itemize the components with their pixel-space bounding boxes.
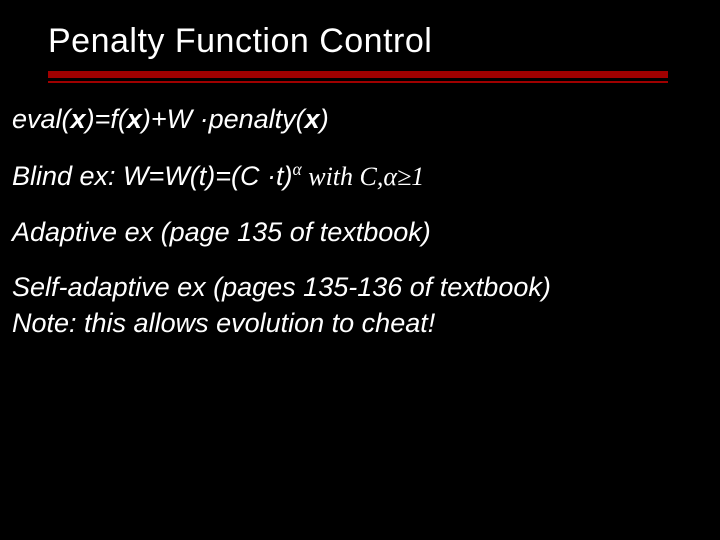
equation-blind: Blind ex: W=W(t)=(C ·t)α with C,α≥1 <box>12 159 700 194</box>
eq1-part1: eval( <box>12 104 71 134</box>
title-divider <box>48 71 668 85</box>
eq2-tail: with C,α≥1 <box>302 162 425 191</box>
eq1-part2: )=f( <box>86 104 127 134</box>
eq2-label: Blind ex: W=W(t)=(C ·t) <box>12 161 293 191</box>
slide-body: eval(x)=f(x)+W ·penalty(x) Blind ex: W=W… <box>0 85 720 341</box>
eq1-part4: ) <box>320 104 329 134</box>
slide-title: Penalty Function Control <box>48 22 720 61</box>
eq1-x2: x <box>127 104 142 134</box>
eq1-x3: x <box>305 104 320 134</box>
equation-eval: eval(x)=f(x)+W ·penalty(x) <box>12 103 700 137</box>
adaptive-line: Adaptive ex (page 135 of textbook) <box>12 216 700 250</box>
note-line: Note: this allows evolution to cheat! <box>12 307 700 341</box>
divider-thick <box>48 71 668 78</box>
eq1-x1: x <box>71 104 86 134</box>
slide: Penalty Function Control eval(x)=f(x)+W … <box>0 0 720 540</box>
title-area: Penalty Function Control <box>0 0 720 61</box>
eq2-sup: α <box>293 159 302 179</box>
selfadaptive-line: Self-adaptive ex (pages 135-136 of textb… <box>12 271 700 305</box>
eq1-part3: )+W ·penalty( <box>142 104 305 134</box>
divider-thin <box>48 81 668 83</box>
